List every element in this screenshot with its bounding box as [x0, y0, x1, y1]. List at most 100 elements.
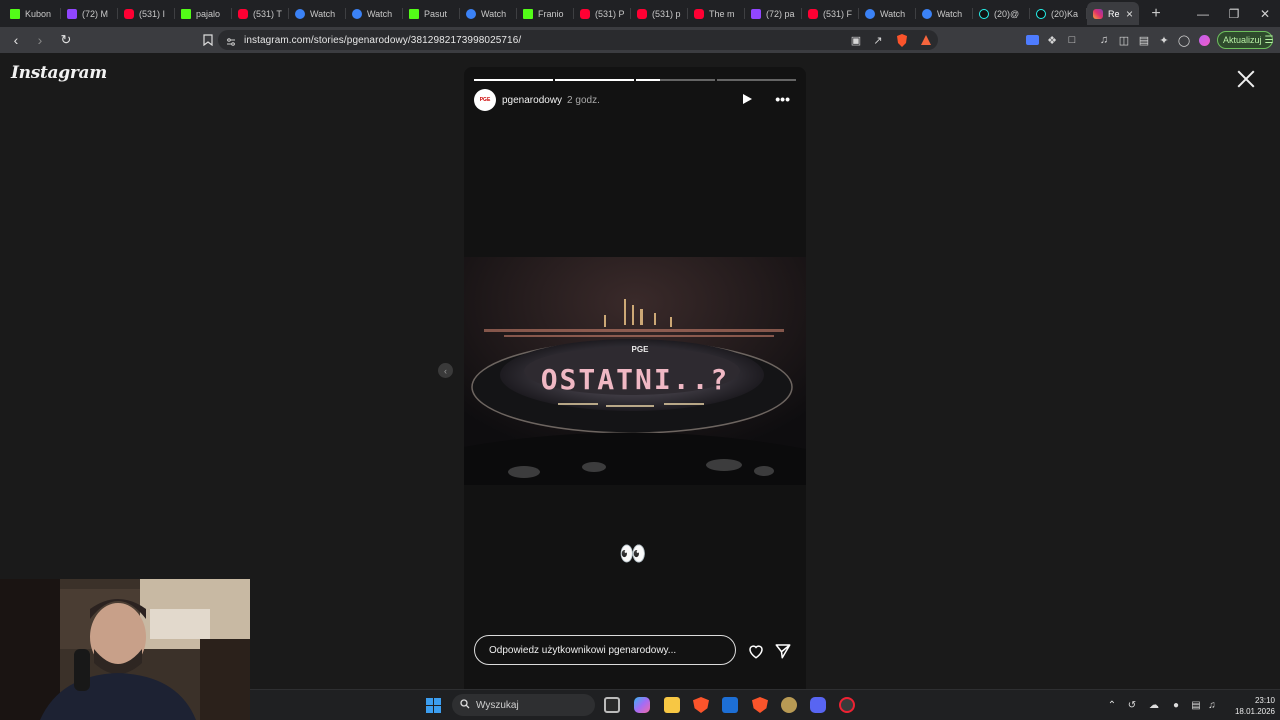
store-icon[interactable] — [722, 697, 738, 713]
page-scrollbar[interactable] — [1274, 53, 1278, 689]
browser-tab[interactable]: (20)@ — [973, 2, 1030, 25]
tab-label: (531) T — [253, 8, 282, 19]
window-close-icon[interactable]: ✕ — [1249, 0, 1280, 27]
play-icon[interactable] — [743, 94, 752, 104]
minimize-icon[interactable]: — — [1187, 0, 1219, 27]
tray-network-icon[interactable]: ▤ — [1189, 698, 1203, 712]
browser-tab[interactable]: (531) p — [631, 2, 688, 25]
extension-wallet-icon[interactable] — [1024, 32, 1040, 48]
game-taskbar-icon[interactable] — [781, 697, 797, 713]
close-icon[interactable] — [1236, 69, 1256, 89]
avatar[interactable]: PGE — [474, 89, 496, 111]
story-time: 2 godz. — [567, 94, 600, 106]
forward-icon[interactable]: › — [30, 30, 50, 50]
tray-chevron-icon[interactable]: ⌃ — [1105, 698, 1119, 712]
browser-tab[interactable]: Pasut — [403, 2, 460, 25]
browser-tab[interactable]: (531) I — [118, 2, 175, 25]
browser-tab[interactable]: (531) T — [232, 2, 289, 25]
browser-tab[interactable]: (531) F — [802, 2, 859, 25]
browser-tab[interactable]: Watch — [289, 2, 346, 25]
browser-tab[interactable]: Franio — [517, 2, 574, 25]
wallet-icon[interactable]: ▤ — [1136, 32, 1152, 48]
copilot-icon[interactable] — [634, 697, 650, 713]
restore-icon[interactable]: ❐ — [1218, 0, 1250, 27]
browser-tab[interactable]: The m — [688, 2, 745, 25]
url-text[interactable]: instagram.com/stories/pgenarodowy/381298… — [244, 35, 521, 46]
kick-icon — [181, 8, 191, 19]
browser-tab[interactable]: Watch — [859, 2, 916, 25]
extension-g-icon[interactable]: □ — [1064, 32, 1080, 48]
tray-sync-icon[interactable]: ↺ — [1125, 698, 1139, 712]
taskbar-search[interactable]: Wyszukaj — [452, 694, 595, 716]
share-icon[interactable]: ↗ — [870, 32, 886, 48]
tray-volume-icon[interactable]: ♫ — [1205, 698, 1219, 712]
kick-icon — [10, 8, 20, 19]
discord-icon[interactable] — [810, 697, 826, 713]
browser-tab[interactable]: pajalo — [175, 2, 232, 25]
sidebar-icon[interactable]: ◫ — [1116, 32, 1132, 48]
brave-taskbar-icon[interactable] — [693, 697, 709, 713]
tab-close-icon[interactable]: × — [1126, 7, 1133, 21]
youtube-icon — [580, 8, 590, 19]
tab-label: pajalo — [196, 8, 221, 19]
tab-strip: Kubon (72) M (531) I pajalo (531) T Watch Watc… — [0, 0, 1280, 27]
story-viewer[interactable]: PGE pgenarodowy 2 godz. ••• OSTATNI..? P… — [464, 67, 806, 689]
leo-ai-icon[interactable]: ✦ — [1156, 32, 1172, 48]
browser-tab[interactable]: (72) pa — [745, 2, 802, 25]
story-username[interactable]: pgenarodowy — [502, 95, 562, 106]
tray-mic-icon[interactable]: ● — [1169, 698, 1183, 712]
like-heart-icon[interactable] — [747, 642, 765, 660]
browser-tab[interactable]: (531) P — [574, 2, 631, 25]
tab-label: Watch — [481, 8, 507, 19]
tab-label: Franio — [538, 8, 564, 19]
windows-start-icon[interactable] — [426, 698, 441, 713]
browser-tab[interactable]: (20)Ka — [1030, 2, 1087, 25]
tab-label: Kubon — [25, 8, 52, 19]
brave-active-taskbar-icon[interactable] — [752, 697, 768, 713]
previous-story-icon[interactable]: ‹ — [438, 363, 453, 378]
site-info-icon[interactable] — [226, 34, 236, 52]
go-icon — [352, 8, 362, 19]
vpn-icon[interactable]: ◯ — [1176, 32, 1192, 48]
story-progress-fill — [474, 79, 553, 81]
instagram-icon — [1093, 8, 1103, 19]
story-progress-segment — [636, 79, 715, 81]
extensions-puzzle-icon[interactable]: ❖ — [1044, 32, 1060, 48]
new-tab-button[interactable]: + — [1147, 5, 1165, 23]
twitch-icon — [751, 8, 761, 19]
profile-icon[interactable] — [1196, 32, 1212, 48]
browser-tab[interactable]: Watch — [460, 2, 517, 25]
brave-shield-icon[interactable] — [894, 32, 910, 48]
tab-label: (20)Ka — [1051, 8, 1079, 19]
browser-tab[interactable]: Watch — [916, 2, 973, 25]
file-explorer-icon[interactable] — [664, 697, 680, 713]
story-progress-segment — [555, 79, 634, 81]
obs-icon[interactable] — [839, 697, 855, 713]
browser-tab[interactable]: Re × — [1087, 2, 1139, 25]
task-view-icon[interactable] — [604, 697, 620, 713]
browser-tab[interactable]: Kubon — [4, 2, 61, 25]
more-options-icon[interactable]: ••• — [775, 92, 790, 106]
taskbar-clock[interactable]: 23:10 18.01.2026 — [1225, 695, 1275, 717]
media-icon[interactable]: ♫ — [1096, 32, 1112, 48]
brave-rewards-icon[interactable] — [918, 32, 934, 48]
tiktok-icon — [1036, 8, 1046, 19]
tray-cloud-icon[interactable]: ☁ — [1147, 698, 1161, 712]
back-icon[interactable]: ‹ — [6, 30, 26, 50]
tab-label: The m — [709, 8, 735, 19]
browser-tab[interactable]: (72) M — [61, 2, 118, 25]
youtube-icon — [124, 8, 134, 19]
story-caption-emoji: 👀 — [619, 541, 647, 566]
bookmark-icon[interactable] — [198, 30, 218, 50]
reply-input[interactable]: Odpowiedz użytkownikowi pgenarodowy... — [474, 635, 736, 665]
update-button[interactable]: Aktualizuj ☰ — [1217, 31, 1274, 49]
instagram-logo[interactable]: Instagram — [11, 63, 107, 83]
tab-label: (531) F — [823, 8, 853, 19]
clock-date: 18.01.2026 — [1234, 707, 1275, 716]
send-icon[interactable] — [774, 642, 792, 660]
cast-icon[interactable]: ▣ — [848, 32, 864, 48]
reload-icon[interactable]: ↻ — [56, 30, 76, 50]
browser-tab[interactable]: Watch — [346, 2, 403, 25]
search-icon — [460, 698, 470, 712]
address-bar[interactable]: instagram.com/stories/pgenarodowy/381298… — [218, 30, 938, 50]
